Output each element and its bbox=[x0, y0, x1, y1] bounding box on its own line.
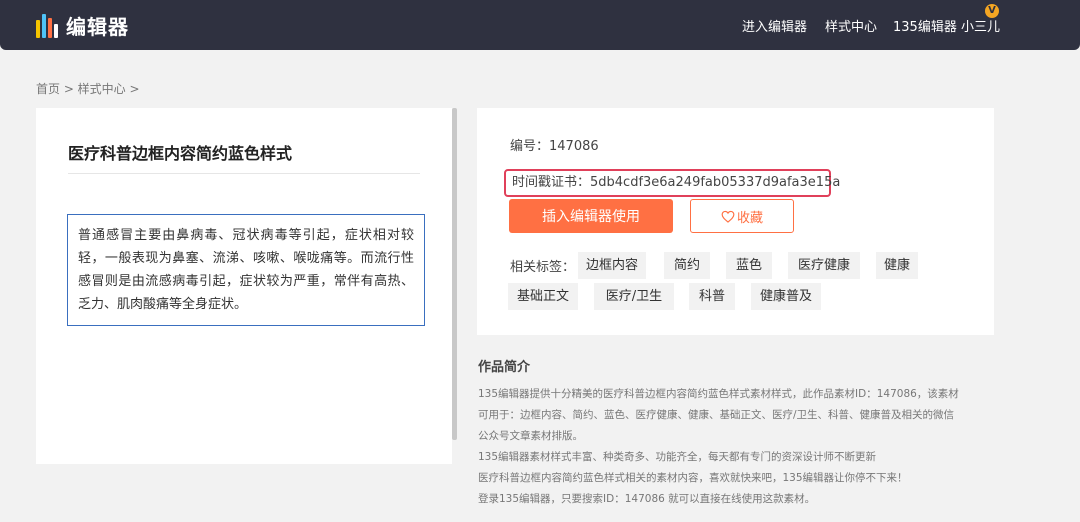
style-info-card: 编号：147086 时间戳证书：5db4cdf3e6a249fab05337d9… bbox=[477, 108, 994, 335]
tag-item[interactable]: 科普 bbox=[689, 283, 735, 310]
intro-title: 作品简介 bbox=[478, 360, 531, 375]
tag-item[interactable]: 基础正文 bbox=[508, 283, 578, 310]
breadcrumb[interactable]: 首页 > 样式中心 > bbox=[36, 80, 140, 97]
scrollbar[interactable] bbox=[452, 108, 457, 440]
tag-item[interactable]: 医疗健康 bbox=[788, 252, 860, 279]
intro-line: 135编辑器素材样式丰富、种类奇多、功能齐全，每天都有专门的资深设计师不断更新 bbox=[478, 451, 877, 463]
insert-editor-button[interactable]: 插入编辑器使用 bbox=[509, 199, 673, 233]
style-preview-panel: 医疗科普边框内容简约蓝色样式 普通感冒主要由鼻病毒、冠状病毒等引起，症状相对较轻… bbox=[36, 108, 452, 464]
logo-text: 编辑器 bbox=[66, 14, 129, 39]
style-code: 编号：147086 bbox=[510, 139, 599, 154]
logo-icon bbox=[36, 12, 60, 38]
favorite-button[interactable]: 收藏 bbox=[690, 199, 794, 233]
style-preview-box[interactable]: 普通感冒主要由鼻病毒、冠状病毒等引起，症状相对较轻，一般表现为鼻塞、流涕、咳嗽、… bbox=[67, 214, 425, 326]
timestamp-certificate: 时间戳证书：5db4cdf3e6a249fab05337d9afa3e15a bbox=[504, 169, 840, 197]
vip-badge-icon: V bbox=[985, 4, 999, 18]
logo[interactable]: 编辑器 bbox=[36, 10, 129, 40]
intro-line: 医疗科普边框内容简约蓝色样式相关的素材内容，喜欢就快来吧，135编辑器让你停不下… bbox=[478, 472, 908, 484]
nav-enter-editor[interactable]: 进入编辑器 bbox=[742, 16, 807, 35]
tag-item[interactable]: 健康 bbox=[876, 252, 918, 279]
title-divider bbox=[68, 173, 420, 174]
page-title: 医疗科普边框内容简约蓝色样式 bbox=[68, 144, 293, 163]
top-bar: 编辑器 进入编辑器 样式中心 135编辑器 小三儿 V bbox=[0, 0, 1080, 50]
intro-text: 135编辑器提供十分精美的医疗科普边框内容简约蓝色样式素材样式，此作品素材ID：… bbox=[478, 384, 998, 510]
intro-line: 可用于：边框内容、简约、蓝色、医疗健康、健康、基础正文、医疗/卫生、科普、健康普… bbox=[478, 409, 955, 421]
intro-line: 登录135编辑器，只要搜索ID：147086 就可以直接在线使用这款素材。 bbox=[478, 493, 816, 505]
tags-label: 相关标签： bbox=[510, 260, 576, 275]
user-name[interactable]: 135编辑器 小三儿 bbox=[893, 16, 1000, 35]
intro-line: 公众号文章素材排版。 bbox=[478, 430, 583, 442]
tag-item[interactable]: 医疗/卫生 bbox=[594, 283, 674, 310]
tag-item[interactable]: 简约 bbox=[664, 252, 710, 279]
intro-line: 135编辑器提供十分精美的医疗科普边框内容简约蓝色样式素材样式，此作品素材ID：… bbox=[478, 388, 959, 400]
heart-icon bbox=[721, 210, 735, 223]
favorite-label: 收藏 bbox=[736, 210, 763, 226]
top-nav: 进入编辑器 样式中心 bbox=[742, 16, 877, 35]
nav-style-center[interactable]: 样式中心 bbox=[825, 16, 877, 35]
tag-item[interactable]: 健康普及 bbox=[751, 283, 821, 310]
tag-item[interactable]: 边框内容 bbox=[578, 252, 646, 279]
tag-item[interactable]: 蓝色 bbox=[726, 252, 772, 279]
